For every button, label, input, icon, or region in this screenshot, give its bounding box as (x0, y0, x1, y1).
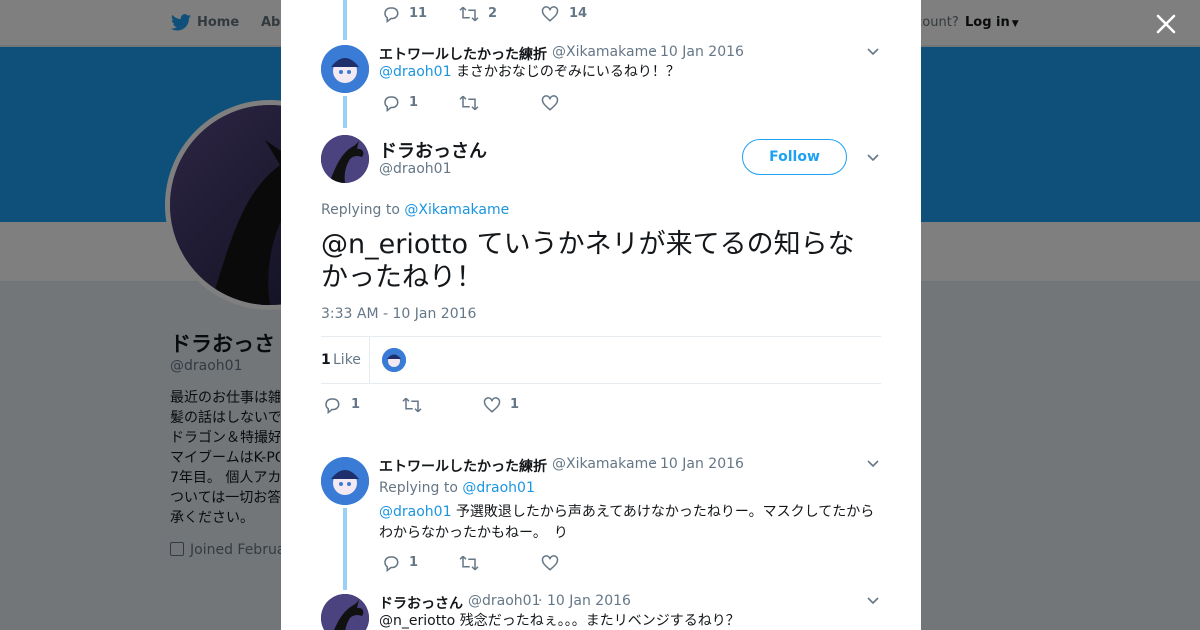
retweet-icon[interactable] (459, 554, 479, 572)
tweet-modal: 11 2 14 エトワールしたかった練折 @Xikamakame · 10 Ja… (281, 0, 921, 630)
mention-link[interactable]: @draoh01 (379, 64, 451, 80)
follow-button[interactable]: Follow (742, 139, 847, 175)
main-tweet-timestamp[interactable]: 3:33 AM - 10 Jan 2016 (321, 306, 476, 322)
close-icon[interactable] (1152, 10, 1180, 38)
replying-prefix: Replying to (321, 202, 400, 218)
reply-icon[interactable] (323, 396, 341, 414)
retweet-icon[interactable] (402, 396, 422, 414)
liker-avatar[interactable] (382, 348, 406, 372)
reply-icon[interactable] (382, 94, 400, 112)
main-author-handle[interactable]: @draoh01 (379, 161, 451, 177)
thread-line (343, 508, 347, 590)
reply-count: 1 (351, 397, 361, 412)
tweet-author-handle[interactable]: @Xikamakame (552, 44, 657, 60)
chevron-down-icon[interactable] (867, 48, 879, 56)
tweet-text-line: わからなかったかもねー。 り (379, 525, 568, 541)
avatar-image (382, 348, 406, 372)
tweet-author-name[interactable]: ドラおっさん (379, 593, 463, 613)
dragon-avatar-image (321, 594, 369, 630)
separator-dot: · (538, 593, 543, 609)
tweet-avatar[interactable] (321, 457, 369, 505)
avatar-image (321, 457, 369, 505)
dragon-avatar-image (321, 135, 369, 183)
retweet-icon[interactable] (459, 94, 479, 112)
chevron-down-icon[interactable] (867, 597, 879, 605)
chevron-down-icon[interactable] (867, 154, 879, 162)
tweet-author-handle[interactable]: @Xikamakame (552, 456, 657, 472)
thread-line (343, 0, 347, 40)
tweet-avatar[interactable] (321, 594, 369, 630)
tweet-author-name[interactable]: エトワールしたかった練折 (379, 456, 547, 476)
like-stat-label[interactable]: Like (333, 352, 361, 368)
mention-link[interactable]: @draoh01 (379, 504, 451, 520)
heart-icon[interactable] (483, 396, 501, 414)
main-tweet-text: @n_eriotto ていうかネリが来てるの知らなかったねり！ (321, 229, 855, 293)
tweet-text-line: @draoh01 予選敗退したから声あえてあけなかったねりー。マスクしてたから (379, 502, 874, 523)
replying-to-link[interactable]: @Xikamakame (404, 202, 509, 218)
retweet-count: 2 (488, 6, 498, 21)
stats-divider (369, 337, 370, 383)
tweet-avatar[interactable] (321, 45, 369, 93)
chevron-down-icon[interactable] (867, 460, 879, 468)
tweet-author-name[interactable]: エトワールしたかった練折 (379, 44, 547, 64)
replying-to-link[interactable]: @draoh01 (462, 480, 534, 496)
reply-count: 11 (409, 6, 428, 21)
heart-icon[interactable] (541, 5, 559, 23)
reply-icon[interactable] (382, 5, 400, 23)
tweet-text: @n_eriotto 残念だったねぇ。。。またリベンジするねり？ (379, 613, 740, 629)
tweet-stats: 1 Like (321, 336, 881, 384)
tweet-date[interactable]: 10 Jan 2016 (547, 593, 631, 609)
main-tweet-avatar[interactable] (321, 135, 369, 183)
like-count: 14 (569, 6, 588, 21)
tweet-date[interactable]: 10 Jan 2016 (660, 456, 744, 472)
reply-icon[interactable] (382, 554, 400, 572)
tweet-body: まさかおなじのぞみにいるねり！？ (455, 64, 680, 80)
replying-prefix: Replying to (379, 480, 458, 496)
reply-count: 1 (409, 555, 419, 570)
heart-icon[interactable] (541, 94, 559, 112)
tweet-text: @draoh01 まさかおなじのぞみにいるねり！？ (379, 62, 680, 83)
separator-dot: · (651, 456, 656, 472)
retweet-icon[interactable] (459, 5, 479, 23)
replying-to: Replying to @draoh01 (379, 480, 535, 496)
heart-icon[interactable] (541, 554, 559, 572)
tweet-body: 予選敗退したから声あえてあけなかったねりー。マスクしてたから (455, 504, 875, 520)
tweet-author-handle[interactable]: @draoh01 (468, 593, 540, 609)
main-author-name[interactable]: ドラおっさん (379, 137, 487, 163)
replying-to: Replying to @Xikamakame (321, 202, 509, 218)
thread-line (343, 96, 347, 128)
tweet-date[interactable]: 10 Jan 2016 (660, 44, 744, 60)
like-stat-count[interactable]: 1 (321, 352, 331, 368)
separator-dot: · (651, 44, 656, 60)
like-count: 1 (510, 397, 520, 412)
avatar-image (321, 45, 369, 93)
reply-count: 1 (409, 95, 419, 110)
